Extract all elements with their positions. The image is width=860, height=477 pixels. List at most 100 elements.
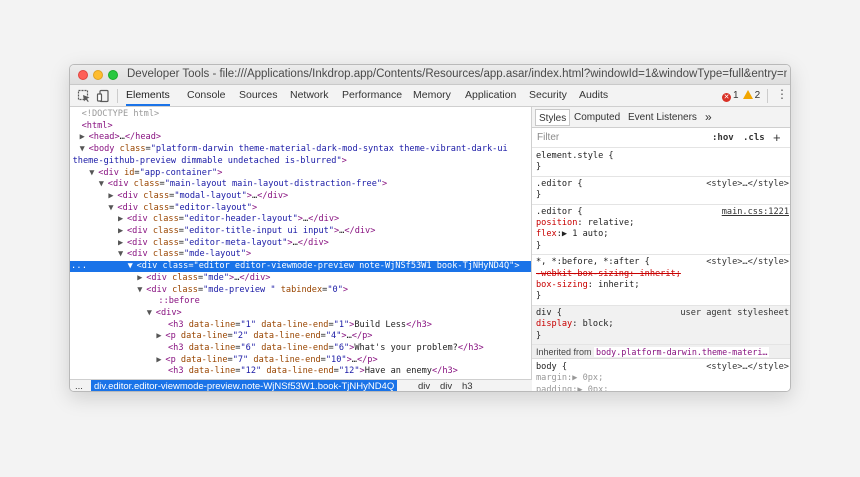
tab-styles[interactable]: Styles bbox=[535, 109, 571, 126]
node-actions-ellipsis[interactable]: ... bbox=[70, 261, 88, 272]
minimize-window-button[interactable] bbox=[93, 70, 103, 80]
dom-token: "modal-layout" bbox=[174, 190, 247, 201]
styles-sidebar: Styles Computed Event Listeners » Filter… bbox=[532, 107, 790, 391]
tab-memory[interactable]: Memory bbox=[413, 85, 451, 106]
inspect-element-icon[interactable] bbox=[77, 89, 91, 103]
more-tabs-chevron-icon[interactable]: » bbox=[702, 109, 715, 126]
dom-node[interactable]: <html> bbox=[70, 120, 531, 132]
dom-node[interactable]: theme-github-preview dimmable undetached… bbox=[70, 156, 531, 167]
dom-node[interactable]: ▼ <body class="platform-darwin theme-mate… bbox=[70, 144, 531, 155]
tab-event-listeners[interactable]: Event Listeners bbox=[625, 109, 700, 126]
style-declaration[interactable]: div {user agent stylesheet bbox=[532, 308, 790, 319]
style-declaration[interactable]: } bbox=[532, 241, 790, 252]
dom-node[interactable]: ▶ <div class="editor-header-layout">…</di… bbox=[70, 214, 531, 225]
class-toggle[interactable]: .cls bbox=[743, 128, 765, 148]
breadcrumb-item-div[interactable]: div bbox=[415, 380, 433, 391]
style-declaration[interactable]: .editor {<style>…</style> bbox=[532, 179, 790, 190]
disclosure-triangle-icon[interactable]: ▼ bbox=[147, 308, 156, 319]
stylesheet-source-link[interactable]: main.css:1221 bbox=[722, 207, 789, 218]
breadcrumb-item-div[interactable]: div bbox=[437, 380, 455, 391]
dom-token: <!DOCTYPE html> bbox=[81, 109, 160, 119]
style-declaration[interactable]: position: relative; bbox=[532, 218, 790, 229]
disclosure-triangle-icon[interactable]: ▼ bbox=[89, 168, 98, 179]
disclosure-triangle-icon[interactable]: ▶ bbox=[118, 226, 127, 237]
style-declaration[interactable]: display: block; bbox=[532, 319, 790, 330]
css-selector: } bbox=[536, 190, 542, 201]
tab-console[interactable]: Console bbox=[187, 85, 226, 106]
dom-token: id bbox=[124, 167, 135, 178]
style-declaration[interactable]: } bbox=[532, 291, 790, 302]
zoom-window-button[interactable] bbox=[108, 70, 118, 80]
style-rule-block: *, *:before, *:after {<style>…</style> -… bbox=[532, 255, 790, 306]
dom-node[interactable]: ▶ <div class="editor-meta-layout">…</div> bbox=[70, 238, 531, 249]
style-declaration[interactable]: flex:▶ 1 auto; bbox=[532, 229, 790, 240]
dom-node[interactable]: ▼ <div class="mde-preview " tabindex="0"> bbox=[70, 284, 531, 296]
dom-node[interactable]: ▶ <p data-line="7" data-line-end="10">…</… bbox=[70, 355, 531, 366]
dom-node[interactable]: ▼ <div id="app-container"> bbox=[70, 167, 531, 179]
dom-token: <html> bbox=[81, 120, 113, 131]
style-declaration[interactable]: element.style { bbox=[532, 151, 790, 162]
dom-token: <body bbox=[88, 144, 120, 155]
disclosure-triangle-icon[interactable]: ▶ bbox=[137, 273, 146, 284]
disclosure-triangle-icon[interactable]: ▼ bbox=[128, 261, 137, 272]
tab-network[interactable]: Network bbox=[290, 85, 329, 106]
new-style-rule-button[interactable]: + bbox=[773, 128, 781, 148]
dom-node[interactable]: ▶ <div class="mde">…</div> bbox=[70, 273, 531, 284]
tab-audits[interactable]: Audits bbox=[579, 85, 608, 106]
breadcrumb-item-editor-div[interactable]: div.editor.editor-viewmode-preview.note-… bbox=[91, 380, 398, 391]
tab-sources[interactable]: Sources bbox=[239, 85, 278, 106]
dom-token: "1" bbox=[333, 319, 350, 330]
tab-computed[interactable]: Computed bbox=[571, 109, 623, 126]
dom-node[interactable]: <!DOCTYPE html> bbox=[70, 109, 531, 120]
dom-node-selected[interactable]: ▼ <div class="editor editor-viewmode-prev… bbox=[70, 261, 531, 273]
style-declaration[interactable]: } bbox=[532, 190, 790, 201]
breadcrumb-overflow[interactable]: ... bbox=[72, 380, 86, 391]
issue-counter[interactable]: ✕ 1 2 bbox=[722, 85, 760, 106]
disclosure-triangle-icon[interactable]: ▶ bbox=[118, 214, 127, 225]
dom-node[interactable]: ▼ <div class="editor-layout"> bbox=[70, 203, 531, 214]
css-selector: body { bbox=[536, 362, 568, 372]
style-declaration[interactable]: } bbox=[532, 331, 790, 342]
dom-node[interactable]: ▶ <p data-line="2" data-line-end="4">…</p… bbox=[70, 331, 531, 342]
dom-node[interactable]: ▶ <head>…</head> bbox=[70, 132, 531, 143]
style-declaration[interactable]: -webkit-box-sizing: inherit; bbox=[532, 269, 790, 280]
tab-application[interactable]: Application bbox=[465, 85, 516, 106]
disclosure-triangle-icon[interactable]: ▼ bbox=[137, 285, 146, 296]
disclosure-triangle-icon[interactable]: ▶ bbox=[80, 132, 89, 143]
dom-node[interactable]: ▼ <div class="mde-layout"> bbox=[70, 249, 531, 260]
dom-node[interactable]: <h3 data-line="12" data-line-end="12">Ha… bbox=[70, 366, 531, 377]
style-rule-block: .editor {<style>…</style>} bbox=[532, 177, 790, 205]
dom-tree-panel[interactable]: <!DOCTYPE html> <html> ▶ <head>…</head> ▼ <bo… bbox=[70, 107, 532, 379]
dom-token: "0" bbox=[327, 284, 343, 295]
dom-token: > bbox=[246, 249, 252, 260]
dom-node[interactable]: ▼ <div class="main-layout main-layout-dis… bbox=[70, 179, 531, 190]
dom-node[interactable]: ▼ <div> bbox=[70, 308, 531, 319]
disclosure-triangle-icon[interactable]: ▼ bbox=[80, 144, 89, 155]
dom-node[interactable]: ::before bbox=[70, 296, 531, 307]
customize-menu-button[interactable]: ⋮ bbox=[776, 87, 788, 105]
style-declaration[interactable]: margin:▶ 0px; bbox=[532, 373, 790, 384]
tab-performance[interactable]: Performance bbox=[342, 85, 402, 106]
inherited-from-link[interactable]: body.platform-darwin.theme-materi… bbox=[594, 347, 770, 357]
disclosure-triangle-icon[interactable]: ▶ bbox=[118, 238, 127, 249]
close-window-button[interactable] bbox=[78, 70, 88, 80]
disclosure-triangle-icon[interactable]: ▼ bbox=[118, 249, 127, 260]
breadcrumb-item-h3[interactable]: h3 bbox=[459, 380, 476, 391]
style-declaration[interactable]: body {<style>…</style> bbox=[532, 362, 790, 373]
style-declaration[interactable]: } bbox=[532, 162, 790, 173]
device-toolbar-icon[interactable] bbox=[96, 89, 110, 103]
dom-node[interactable]: ▶ <div class="modal-layout">…</div> bbox=[70, 190, 531, 202]
tab-elements[interactable]: Elements bbox=[126, 85, 170, 106]
style-declaration[interactable]: box-sizing: inherit; bbox=[532, 280, 790, 291]
style-declaration[interactable]: padding:▶ 0px; bbox=[532, 385, 790, 391]
dom-node[interactable]: ▶ <div class="editor-title-input ui input… bbox=[70, 226, 531, 237]
tab-security[interactable]: Security bbox=[529, 85, 567, 106]
dom-node[interactable]: <h3 data-line="1" data-line-end="1">Buil… bbox=[70, 319, 531, 331]
hover-state-toggle[interactable]: :hov bbox=[712, 128, 734, 148]
disclosure-triangle-icon[interactable]: ▼ bbox=[99, 179, 108, 190]
dom-node[interactable]: <h3 data-line="6" data-line-end="6">What… bbox=[70, 343, 531, 354]
style-declaration[interactable]: .editor {main.css:1221 bbox=[532, 207, 790, 218]
dom-token: <div bbox=[127, 226, 153, 236]
style-declaration[interactable]: *, *:before, *:after {<style>…</style> bbox=[532, 257, 790, 268]
styles-filter-input[interactable]: Filter bbox=[537, 128, 559, 148]
